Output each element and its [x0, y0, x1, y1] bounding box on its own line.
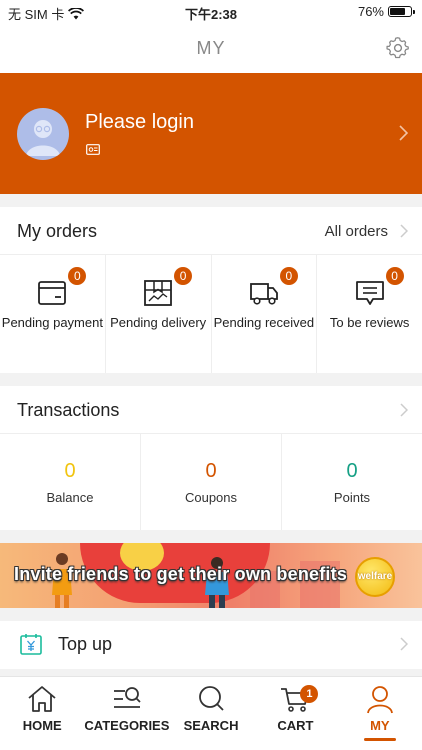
tab-home[interactable]: HOME	[0, 677, 84, 750]
invite-friends-banner[interactable]: Invite friends to get their own benefits…	[0, 543, 422, 608]
order-label: To be reviews	[329, 315, 410, 330]
nav-bar: MY	[0, 24, 422, 73]
order-label: Pending delivery	[110, 315, 207, 330]
page-title: MY	[196, 38, 226, 58]
id-card-icon	[86, 144, 100, 155]
tab-label: MY	[370, 718, 390, 733]
status-bar: 无 SIM 卡 下午2:38 76%	[0, 0, 422, 24]
stat-balance[interactable]: 0 Balance	[0, 434, 141, 530]
tab-label: CATEGORIES	[84, 718, 170, 733]
tab-bar: HOME CATEGORIES SEARCH 1 CART MY	[0, 676, 422, 750]
promo-text: Invite friends to get their own benefits	[14, 564, 348, 584]
transactions-header[interactable]: Transactions	[0, 386, 422, 434]
home-icon	[28, 686, 56, 712]
stat-value: 0	[346, 460, 358, 482]
battery-icon	[388, 6, 415, 17]
stat-coupons[interactable]: 0 Coupons	[141, 434, 282, 530]
stat-points[interactable]: 0 Points	[282, 434, 422, 530]
truck-icon	[249, 283, 278, 305]
transactions-title: Transactions	[17, 400, 120, 420]
login-banner[interactable]: Please login	[0, 73, 422, 194]
welfare-badge: welfare	[355, 557, 395, 597]
tab-categories[interactable]: CATEGORIES	[84, 677, 170, 750]
tab-label: CART	[277, 718, 314, 733]
orders-title: My orders	[17, 221, 98, 241]
stat-value: 0	[205, 460, 217, 482]
cart-count-badge: 1	[300, 685, 319, 703]
package-icon	[144, 280, 173, 306]
stat-label: Points	[333, 490, 371, 505]
user-icon	[366, 686, 393, 714]
stat-value: 0	[64, 460, 76, 482]
order-to-be-reviewed[interactable]: 0 To be reviews	[317, 255, 422, 373]
chevron-right-icon	[400, 403, 408, 417]
chevron-right-icon	[400, 637, 408, 651]
orders-card: My orders All orders 0 Pending payment 0…	[0, 207, 422, 373]
order-pending-payment[interactable]: 0 Pending payment	[0, 255, 106, 373]
tab-label: HOME	[22, 718, 62, 733]
order-label: Pending payment	[1, 315, 103, 330]
search-icon	[199, 686, 224, 711]
order-pending-received[interactable]: 0 Pending received	[212, 255, 318, 373]
category-search-icon	[113, 687, 141, 708]
login-prompt[interactable]: Please login	[85, 111, 194, 134]
tab-label: SEARCH	[183, 718, 239, 733]
tab-search[interactable]: SEARCH	[169, 677, 253, 750]
tab-my[interactable]: MY	[338, 677, 422, 750]
wallet-icon	[38, 281, 67, 305]
stat-label: Coupons	[184, 490, 238, 505]
order-count-badge: 0	[279, 267, 298, 285]
chevron-right-icon	[399, 125, 408, 141]
tab-cart[interactable]: 1 CART	[253, 677, 337, 750]
yen-card-icon	[20, 634, 42, 655]
transactions-card: Transactions 0 Balance 0 Coupons 0 Point…	[0, 386, 422, 530]
order-count-badge: 0	[174, 267, 193, 285]
default-avatar-icon	[17, 108, 69, 160]
order-count-badge: 0	[385, 267, 404, 285]
order-label: Pending received	[213, 315, 315, 330]
top-up-row[interactable]: Top up	[0, 621, 422, 669]
gear-icon[interactable]	[386, 36, 410, 60]
top-up-label: Top up	[58, 634, 113, 654]
active-tab-indicator	[363, 738, 396, 741]
order-pending-delivery[interactable]: 0 Pending delivery	[106, 255, 212, 373]
battery-status: 76%	[357, 4, 415, 19]
order-count-badge: 0	[68, 267, 87, 285]
transaction-stats: 0 Balance 0 Coupons 0 Points	[0, 434, 422, 530]
review-icon	[355, 281, 384, 305]
order-status-row: 0 Pending payment 0 Pending delivery 0 P…	[0, 255, 422, 373]
battery-percent: 76%	[357, 4, 384, 19]
stat-label: Balance	[46, 490, 94, 505]
all-orders-link[interactable]: All orders	[325, 223, 388, 240]
chevron-right-icon	[400, 224, 408, 238]
orders-header[interactable]: My orders All orders	[0, 207, 422, 255]
